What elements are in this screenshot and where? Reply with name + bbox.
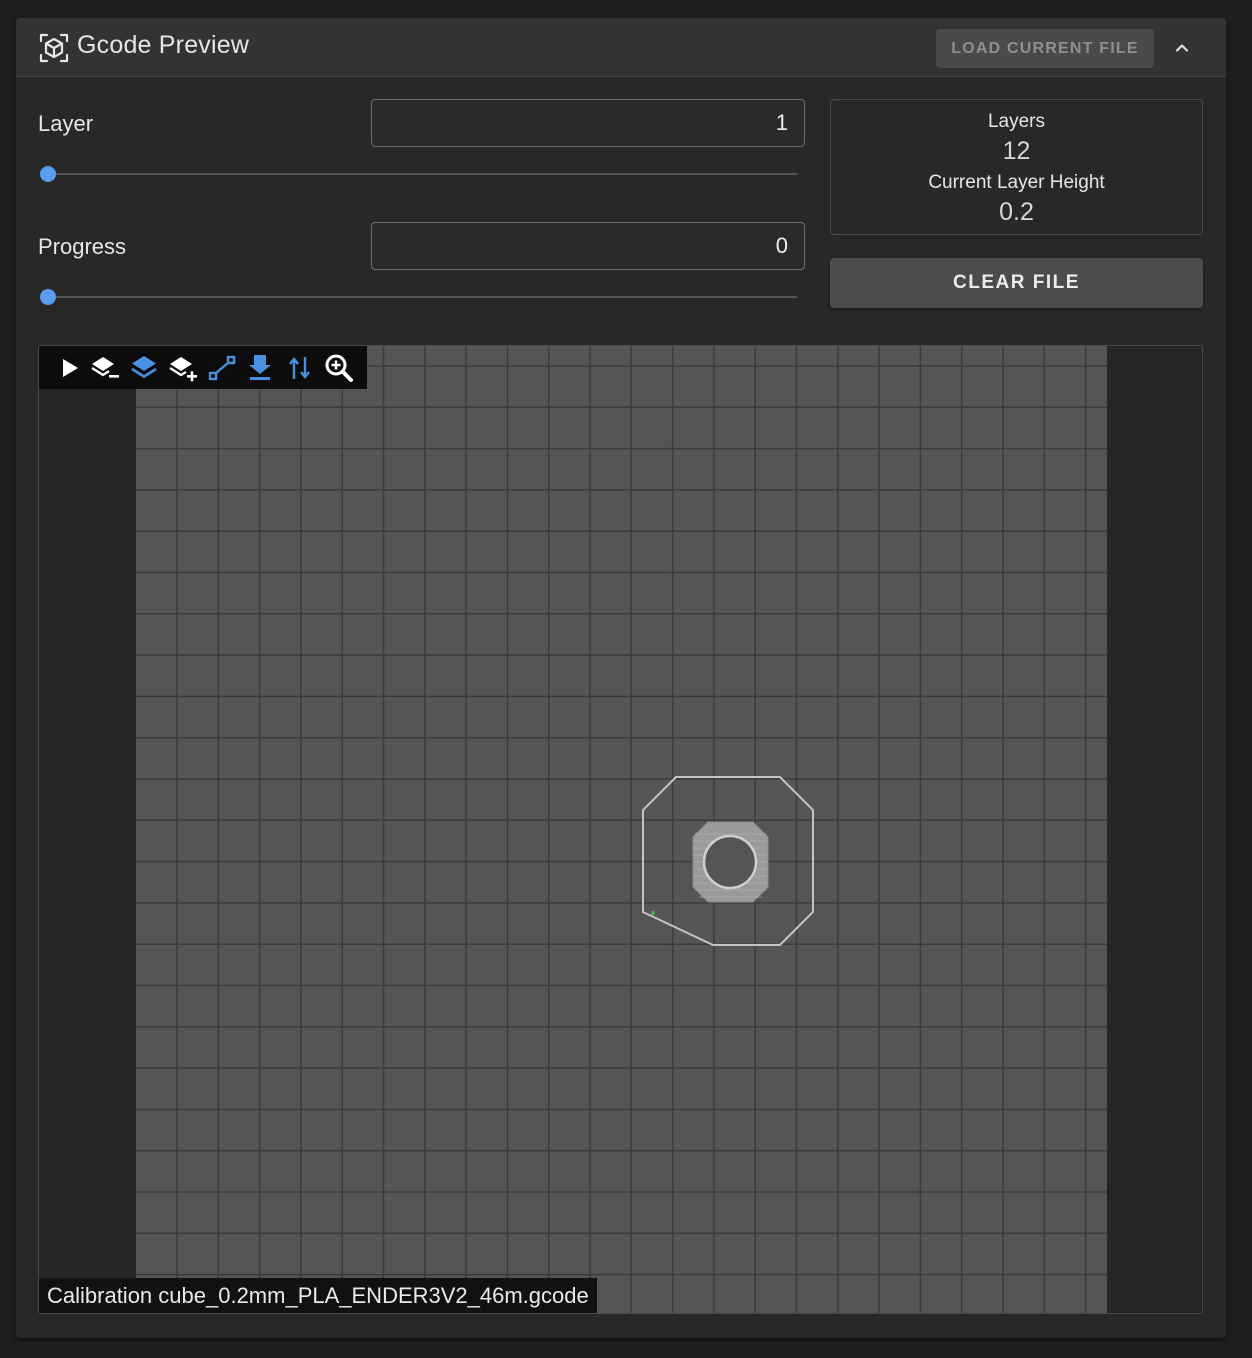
layer-slider-thumb[interactable] (40, 166, 56, 182)
progress-slider-thumb[interactable] (40, 289, 56, 305)
file-info-box: Layers 12 Current Layer Height 0.2 (830, 99, 1203, 235)
clear-file-button[interactable]: CLEAR FILE (830, 258, 1203, 308)
zoom-in-icon[interactable] (323, 352, 355, 384)
layers-label: Layers (987, 111, 1046, 132)
progress-label: Progress (38, 234, 127, 259)
load-current-file-button[interactable]: LOAD CURRENT FILE (936, 29, 1154, 68)
progress-input[interactable]: 0 (371, 222, 805, 270)
extrusion-moves-icon[interactable] (284, 352, 316, 384)
layers-icon[interactable] (128, 352, 160, 384)
start-point (651, 911, 655, 915)
chevron-up-icon (1175, 44, 1189, 52)
file-name-label: Calibration cube_0.2mm_PLA_ENDER3V2_46m.… (39, 1278, 597, 1313)
panel-header: Gcode Preview LOAD CURRENT FILE (16, 18, 1226, 77)
layer-input[interactable]: 1 (371, 99, 805, 147)
layer-height-value: 0.2 (999, 198, 1034, 226)
print-bed-view (136, 346, 1107, 1313)
progress-slider[interactable] (40, 289, 797, 305)
play-icon[interactable] (53, 352, 85, 384)
collapse-button[interactable] (1166, 32, 1198, 64)
viewer-toolbar (39, 346, 367, 389)
layer-height-label: Current Layer Height (928, 172, 1105, 193)
retractions-icon[interactable] (244, 352, 276, 384)
layer-slider[interactable] (40, 166, 797, 182)
cube-scan-icon (39, 33, 69, 63)
layer-plus-icon[interactable] (167, 352, 199, 384)
gcode-preview-panel: Gcode Preview LOAD CURRENT FILE Layer 1 … (16, 18, 1226, 1338)
panel-title: Gcode Preview (77, 31, 250, 59)
part-hole (702, 834, 758, 890)
layers-value: 12 (1002, 137, 1031, 165)
layer-label: Layer (38, 111, 94, 136)
gcode-viewer-canvas[interactable]: Calibration cube_0.2mm_PLA_ENDER3V2_46m.… (38, 345, 1203, 1314)
layer-minus-icon[interactable] (89, 352, 121, 384)
travel-moves-icon[interactable] (206, 352, 238, 384)
